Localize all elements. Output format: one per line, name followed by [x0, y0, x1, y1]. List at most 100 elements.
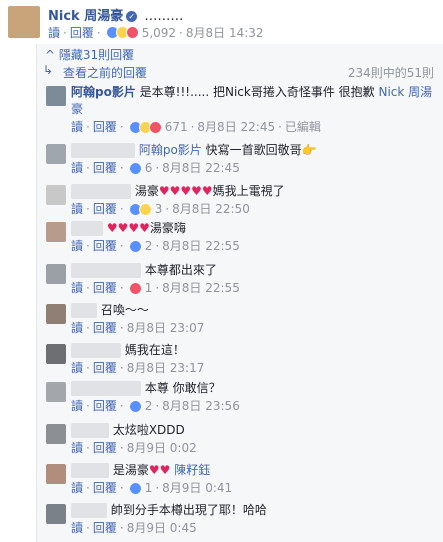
reactions-summary[interactable]: 671: [128, 119, 188, 136]
timestamp[interactable]: 8月8日 22:45: [197, 119, 275, 136]
reply-page-count: 234則中的51則: [347, 66, 434, 80]
avatar[interactable]: [46, 264, 66, 284]
reactions-summary[interactable]: 1: [128, 280, 153, 297]
reaction-count: 3: [154, 202, 163, 216]
reactions-summary[interactable]: 6: [128, 160, 153, 177]
separator: ·: [119, 481, 124, 495]
reactions-summary[interactable]: 2: [128, 398, 153, 415]
avatar[interactable]: [46, 86, 66, 106]
timestamp[interactable]: 8月9日 0:02: [127, 440, 197, 457]
redacted-author-name: [71, 463, 109, 478]
separator: ·: [86, 521, 90, 535]
reply-link[interactable]: 回覆: [93, 320, 117, 337]
reply-link[interactable]: 回覆: [70, 24, 94, 41]
separator: ·: [86, 120, 90, 134]
reaction-count: 1: [144, 281, 153, 295]
timestamp[interactable]: 8月8日 22:55: [162, 280, 240, 297]
reactions-summary[interactable]: 2: [128, 238, 152, 255]
separator: ·: [86, 361, 90, 375]
reply-link[interactable]: 回覆: [93, 480, 117, 497]
read-link[interactable]: 讀: [71, 440, 83, 457]
read-link[interactable]: 讀: [71, 320, 83, 337]
timestamp[interactable]: 8月8日 22:50: [172, 201, 250, 218]
avatar[interactable]: [46, 344, 66, 364]
reply-text-line: 是湯豪♥♥ 陳籽鈺: [71, 462, 439, 479]
hide-replies-link[interactable]: ^ 隱藏31則回覆: [45, 46, 134, 63]
avatar[interactable]: [46, 504, 66, 524]
reply-link[interactable]: 回覆: [93, 238, 117, 255]
reply-link[interactable]: 回覆: [93, 440, 117, 457]
timestamp[interactable]: 8月8日 14:32: [186, 24, 264, 41]
reaction-count: 5,092: [141, 25, 177, 40]
read-link[interactable]: 讀: [71, 360, 83, 377]
read-link[interactable]: 讀: [71, 520, 83, 537]
reply-text: 帥到分手本樽出現了耶！哈哈: [110, 503, 267, 517]
reply-link[interactable]: 回覆: [93, 160, 117, 177]
read-link[interactable]: 讀: [71, 480, 83, 497]
reply-text: 召喚～～: [100, 303, 149, 317]
read-link[interactable]: 讀: [48, 24, 60, 41]
avatar[interactable]: [8, 6, 40, 38]
mention-link[interactable]: 阿翰po影片: [139, 143, 202, 157]
reply-body: 本尊 你敢信？ 讀 · 回覆 · 2 · 8月8日 23:56: [71, 380, 439, 415]
reactions-summary[interactable]: 5,092: [105, 25, 177, 40]
avatar[interactable]: [46, 304, 66, 324]
read-link[interactable]: 讀: [71, 119, 83, 136]
reaction-count: 6: [144, 161, 153, 175]
avatar[interactable]: [46, 424, 66, 444]
avatar[interactable]: [46, 464, 66, 484]
avatar[interactable]: [46, 144, 66, 164]
reaction-count: 1: [144, 481, 153, 495]
reply-author-link[interactable]: 阿翰po影片: [71, 85, 136, 99]
reaction-count: 2: [144, 399, 153, 413]
read-link[interactable]: 讀: [71, 238, 83, 255]
reply-body: 帥到分手本樽出現了耶！哈哈讀 · 回覆 · 8月9日 0:45: [71, 502, 439, 537]
timestamp[interactable]: 8月8日 23:17: [127, 360, 205, 377]
reply-link[interactable]: 回覆: [93, 520, 117, 537]
like-reaction-icon: [128, 240, 142, 253]
comment-author-link[interactable]: Nick 周湯豪: [48, 9, 123, 24]
reply-link[interactable]: 回覆: [93, 280, 117, 297]
reply-text-line: 阿翰po影片 快寫一首歌回敬哥👉: [71, 142, 439, 159]
redacted-author-name: [71, 221, 103, 236]
read-link[interactable]: 讀: [71, 160, 83, 177]
reactions-summary[interactable]: 1: [128, 480, 153, 497]
read-link[interactable]: 讀: [71, 280, 83, 297]
reply-text: 快寫一首歌回敬哥👉: [205, 143, 317, 157]
avatar[interactable]: [46, 382, 66, 402]
like-reaction-icon: [128, 482, 142, 495]
reply-link[interactable]: 回覆: [93, 201, 117, 218]
reactions-summary[interactable]: 3: [128, 201, 163, 218]
reply-link[interactable]: 回覆: [93, 398, 117, 415]
avatar[interactable]: [46, 185, 66, 205]
view-previous-link[interactable]: 查看之前的回覆: [63, 64, 147, 81]
timestamp[interactable]: 8月9日 0:41: [162, 480, 232, 497]
reply-text: 是本尊!!!..... 把Nick哥捲入奇怪事件 很抱歉: [139, 85, 375, 99]
reply-link[interactable]: 回覆: [93, 360, 117, 377]
reply-text: 本尊都出來了: [144, 263, 217, 277]
edited-label[interactable]: 已編輯: [285, 119, 321, 136]
timestamp[interactable]: 8月8日 22:45: [162, 160, 240, 177]
read-link[interactable]: 讀: [71, 398, 83, 415]
mention-link[interactable]: 陳籽鈺: [174, 463, 210, 477]
reply-text: 是湯豪♥♥: [112, 463, 171, 477]
timestamp[interactable]: 8月9日 0:45: [127, 520, 197, 537]
reply-text-line: 湯豪♥♥♥♥♥媽我上電視了: [71, 183, 439, 200]
reply-actions: 讀 · 回覆 · 1 · 8月8日 22:55: [71, 280, 439, 297]
reply-text: 湯豪♥♥♥♥♥媽我上電視了: [134, 184, 285, 198]
timestamp[interactable]: 8月8日 22:55: [162, 238, 240, 255]
separator: ·: [119, 161, 124, 175]
read-link[interactable]: 讀: [71, 201, 83, 218]
hide-replies-label: 隱藏31則回覆: [58, 48, 135, 62]
reply-actions: 讀 · 回覆 · 3 · 8月8日 22:50: [71, 201, 439, 218]
reply-actions: 讀 · 回覆 · 2 · 8月8日 23:56: [71, 398, 439, 415]
timestamp[interactable]: 8月8日 23:07: [127, 320, 205, 337]
avatar[interactable]: [46, 222, 66, 242]
reply-text: 本尊 你敢信？: [144, 381, 221, 395]
comment-actions: 讀 · 回覆 · 5,092 · 8月8日 14:32: [48, 24, 264, 41]
reply-link[interactable]: 回覆: [93, 119, 117, 136]
timestamp[interactable]: 8月8日 23:56: [162, 398, 240, 415]
reply-text-line: 本尊都出來了: [71, 262, 439, 279]
reply-body: 阿翰po影片 是本尊!!!..... 把Nick哥捲入奇怪事件 很抱歉 Nick…: [71, 84, 439, 136]
reply-actions: 讀 · 回覆 · 2 · 8月8日 22:55: [71, 238, 439, 255]
